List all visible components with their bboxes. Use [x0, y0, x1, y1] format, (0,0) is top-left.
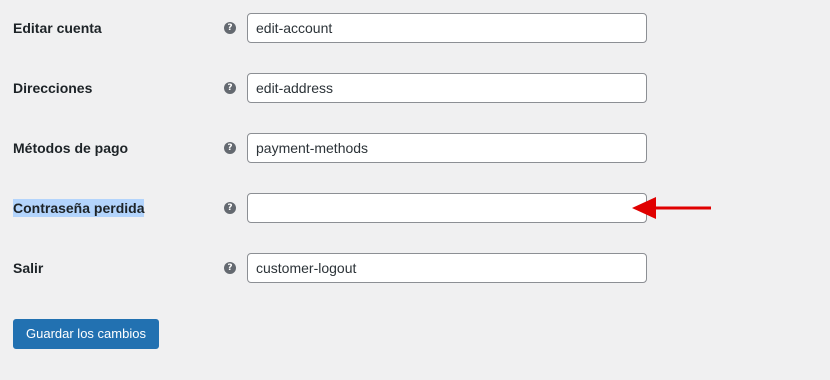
- lost-password-input[interactable]: [247, 193, 647, 223]
- edit-address-input[interactable]: [247, 73, 647, 103]
- customer-logout-input[interactable]: [247, 253, 647, 283]
- question-circle-icon[interactable]: ?: [224, 202, 236, 214]
- edit-account-input[interactable]: [247, 13, 647, 43]
- question-circle-icon[interactable]: ?: [224, 82, 236, 94]
- question-circle-icon[interactable]: ?: [224, 142, 236, 154]
- field-label-payment-methods: Métodos de pago: [13, 140, 129, 156]
- field-label-lost-password: Contraseña perdida: [13, 199, 145, 217]
- arrow-left-icon: [632, 197, 711, 219]
- save-changes-button[interactable]: Guardar los cambios: [13, 319, 159, 349]
- field-row-customer-logout: Salir ?: [0, 248, 830, 288]
- question-circle-icon[interactable]: ?: [224, 22, 236, 34]
- field-label-customer-logout: Salir: [13, 260, 44, 276]
- question-circle-icon[interactable]: ?: [224, 262, 236, 274]
- field-row-edit-address: Direcciones ?: [0, 68, 830, 108]
- field-row-edit-account: Editar cuenta ?: [0, 8, 830, 48]
- field-label-edit-account: Editar cuenta: [13, 20, 102, 36]
- field-label-edit-address: Direcciones: [13, 80, 93, 96]
- payment-methods-input[interactable]: [247, 133, 647, 163]
- field-row-payment-methods: Métodos de pago ?: [0, 128, 830, 168]
